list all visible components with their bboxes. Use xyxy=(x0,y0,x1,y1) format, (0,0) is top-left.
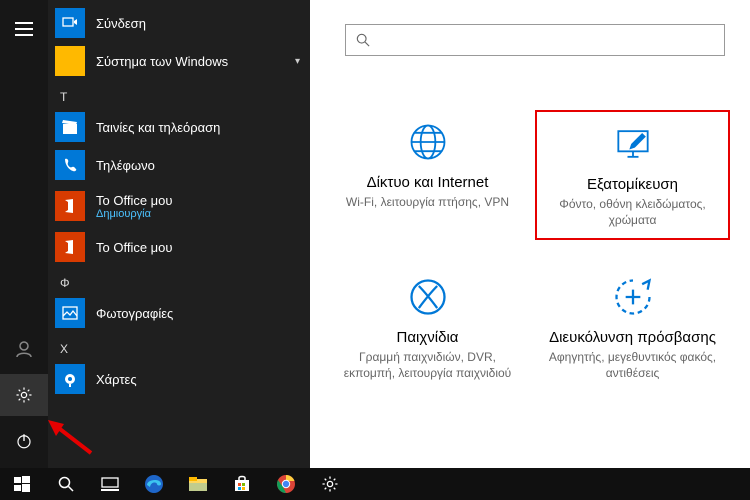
task-view-button[interactable] xyxy=(88,468,132,500)
movies-icon xyxy=(55,112,85,142)
phone-icon xyxy=(55,150,85,180)
app-photos[interactable]: Φωτογραφίες xyxy=(48,294,310,332)
app-label: Σύστημα των Windows xyxy=(96,54,228,69)
gear-icon xyxy=(321,475,339,493)
taskbar-store[interactable] xyxy=(220,468,264,500)
tile-desc: Γραμμή παιχνιδιών, DVR, εκπομπή, λειτουρ… xyxy=(334,350,521,381)
edge-icon xyxy=(144,474,164,494)
rail-power-button[interactable] xyxy=(0,420,48,462)
app-connect[interactable]: Σύνδεση xyxy=(48,4,310,42)
chrome-icon xyxy=(276,474,296,494)
chevron-down-icon: ▾ xyxy=(295,56,300,67)
connect-icon xyxy=(55,8,85,38)
tile-desc: Φόντο, οθόνη κλειδώματος, χρώματα xyxy=(541,197,724,228)
tile-title: Παιχνίδια xyxy=(397,329,459,346)
app-label: Τηλέφωνο xyxy=(96,158,155,173)
app-movies-tv[interactable]: Ταινίες και τηλεόραση xyxy=(48,108,310,146)
app-label: Το Office μου xyxy=(96,193,173,208)
taskbar-settings[interactable] xyxy=(308,468,352,500)
maps-icon xyxy=(55,364,85,394)
taskbar-edge[interactable] xyxy=(132,468,176,500)
start-menu: Ρυθμίσεις Σύνδεση Σύστημα των Windows ▾ … xyxy=(0,0,310,468)
office-icon xyxy=(55,191,85,221)
app-windows-system[interactable]: Σύστημα των Windows ▾ xyxy=(48,42,310,80)
app-maps[interactable]: Χάρτες xyxy=(48,360,310,398)
xbox-icon xyxy=(406,275,450,319)
start-app-list[interactable]: Σύνδεση Σύστημα των Windows ▾ Τ Ταινίες … xyxy=(48,0,310,468)
app-label: Το Office μου xyxy=(96,240,173,255)
store-icon xyxy=(233,475,251,493)
app-label: Σύνδεση xyxy=(96,16,146,31)
tile-desc: Wi-Fi, λειτουργία πτήσης, VPN xyxy=(346,195,509,211)
app-office[interactable]: Το Office μου xyxy=(48,228,310,266)
photos-icon xyxy=(55,298,85,328)
personalization-icon xyxy=(611,122,655,166)
office-icon xyxy=(55,232,85,262)
search-icon xyxy=(58,476,74,492)
settings-search-input[interactable] xyxy=(345,24,725,56)
folder-icon xyxy=(55,46,85,76)
folder-icon xyxy=(188,475,208,493)
taskbar xyxy=(0,468,750,500)
power-icon xyxy=(15,432,33,450)
rail-user-button[interactable] xyxy=(0,328,48,370)
app-sublabel: Δημιουργία xyxy=(96,208,173,220)
app-label: Χάρτες xyxy=(96,372,137,387)
taskbar-search-button[interactable] xyxy=(44,468,88,500)
taskview-icon xyxy=(101,477,119,491)
search-icon xyxy=(356,33,370,47)
app-phone[interactable]: Τηλέφωνο xyxy=(48,146,310,184)
taskbar-explorer[interactable] xyxy=(176,468,220,500)
windows-icon xyxy=(14,476,30,492)
start-button[interactable] xyxy=(0,468,44,500)
tile-title: Δίκτυο και Internet xyxy=(367,174,489,191)
hamburger-icon xyxy=(15,22,33,36)
start-rail: Ρυθμίσεις xyxy=(0,0,48,468)
app-label: Φωτογραφίες xyxy=(96,306,173,321)
app-office-new[interactable]: Το Office μου Δημιουργία xyxy=(48,184,310,228)
tile-personalization[interactable]: Εξατομίκευση Φόντο, οθόνη κλειδώματος, χ… xyxy=(535,110,730,240)
tile-network[interactable]: Δίκτυο και Internet Wi-Fi, λειτουργία πτ… xyxy=(330,110,525,240)
ease-icon xyxy=(611,275,655,319)
taskbar-chrome[interactable] xyxy=(264,468,308,500)
letter-header-T[interactable]: Τ xyxy=(48,80,310,108)
settings-tiles: Δίκτυο και Internet Wi-Fi, λειτουργία πτ… xyxy=(330,110,730,391)
rail-settings-button[interactable]: Ρυθμίσεις xyxy=(0,374,48,416)
hamburger-button[interactable] xyxy=(0,8,48,50)
globe-icon xyxy=(406,120,450,164)
tile-ease-of-access[interactable]: Διευκόλυνση πρόσβασης Αφηγητής, μεγεθυντ… xyxy=(535,265,730,391)
tile-title: Εξατομίκευση xyxy=(587,176,678,193)
letter-header-X[interactable]: Χ xyxy=(48,332,310,360)
tile-desc: Αφηγητής, μεγεθυντικός φακός, αντιθέσεις xyxy=(539,350,726,381)
gear-icon xyxy=(15,386,33,404)
user-icon xyxy=(15,340,33,358)
letter-header-F[interactable]: Φ xyxy=(48,266,310,294)
tile-title: Διευκόλυνση πρόσβασης xyxy=(549,329,716,346)
app-label: Ταινίες και τηλεόραση xyxy=(96,120,220,135)
tile-gaming[interactable]: Παιχνίδια Γραμμή παιχνιδιών, DVR, εκπομπ… xyxy=(330,265,525,391)
